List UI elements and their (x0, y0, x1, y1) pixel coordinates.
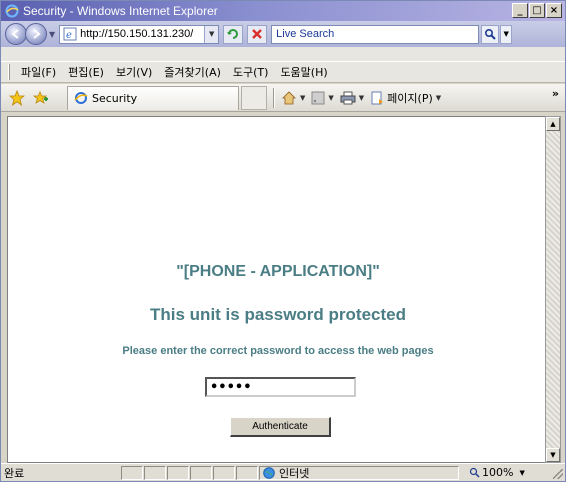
status-panel (190, 465, 212, 480)
toolbar-grip[interactable] (8, 64, 10, 80)
page-dropdown-icon[interactable]: ▼ (436, 94, 441, 102)
zone-label: 인터넷 (279, 466, 310, 480)
title-bar: Security - Windows Internet Explorer _ □… (1, 1, 565, 21)
back-arrow-icon (11, 29, 19, 39)
address-dropdown-icon[interactable]: ▼ (204, 25, 219, 43)
page-icon (371, 91, 384, 104)
window-title: Security - Windows Internet Explorer (23, 4, 218, 18)
scroll-up-button[interactable]: ▲ (546, 117, 560, 131)
rss-feed-icon (311, 91, 325, 104)
forward-arrow-icon (33, 29, 41, 39)
resize-grip[interactable] (553, 469, 563, 479)
favorites-center-star-icon[interactable] (9, 89, 25, 106)
close-button[interactable]: × (546, 3, 562, 18)
add-favorites-icon[interactable] (33, 90, 49, 106)
search-button[interactable] (481, 24, 500, 44)
feeds-button[interactable]: ▼ (311, 91, 334, 105)
menu-tools[interactable]: 도구(T) (228, 64, 274, 80)
more-commands-chevron[interactable]: » (552, 87, 559, 100)
maximize-button[interactable]: □ (529, 3, 545, 18)
status-panel (236, 465, 258, 480)
refresh-icon (227, 29, 239, 39)
ie-tab-icon (74, 92, 88, 104)
status-text: 완료 (4, 466, 25, 480)
url-text: http://150.150.131.230/ (80, 28, 194, 40)
page-menu-label: 페이지(P) (387, 91, 433, 105)
command-separator (273, 87, 275, 108)
home-button[interactable]: ▼ (281, 90, 305, 106)
zoom-control[interactable]: 100% ▼ (469, 466, 525, 479)
page-content: "[PHONE - APPLICATION]" This unit is pas… (7, 116, 547, 463)
tab-title: Security (92, 91, 138, 105)
page-menu-button[interactable]: 페이지(P) ▼ (370, 90, 441, 106)
print-dropdown-icon[interactable]: ▼ (359, 94, 364, 102)
print-button[interactable]: ▼ (340, 91, 364, 105)
browser-window: Security - Windows Internet Explorer _ □… (0, 0, 566, 482)
internet-explorer-icon (5, 4, 19, 18)
search-input[interactable]: Live Search (271, 24, 480, 44)
new-tab-button[interactable] (241, 85, 267, 110)
zoom-level: 100% (482, 466, 514, 479)
password-instruction: Please enter the correct password to acc… (122, 345, 434, 357)
menu-edit[interactable]: 편집(E) (63, 64, 109, 80)
refresh-button[interactable] (223, 24, 244, 44)
command-bar: Security ▼ ▼ ▼ 페이지(P) ▼ » (1, 84, 565, 112)
password-field[interactable]: ••••• (205, 377, 356, 397)
device-heading: "[PHONE - APPLICATION]" (176, 263, 380, 280)
stop-icon (252, 29, 263, 39)
protected-heading: This unit is password protected (150, 305, 406, 324)
back-button[interactable] (5, 23, 27, 45)
printer-icon (340, 91, 356, 104)
stop-button[interactable] (247, 24, 268, 44)
security-zone[interactable]: 인터넷 (259, 465, 459, 480)
status-panel (213, 465, 235, 480)
svg-text:e: e (66, 30, 72, 41)
recent-pages-dropdown-icon[interactable]: ▼ (49, 30, 55, 39)
menu-view[interactable]: 보기(V) (111, 64, 157, 80)
globe-icon (263, 466, 275, 479)
menu-bar: 파일(F) 편집(E) 보기(V) 즐겨찾기(A) 도구(T) 도움말(H) (1, 61, 565, 83)
search-options-dropdown[interactable]: ▼ (500, 24, 513, 44)
ie-page-icon: e (63, 27, 77, 41)
status-panel (121, 465, 143, 480)
status-panel (167, 465, 189, 480)
vertical-scrollbar[interactable]: ▲ ▼ (545, 116, 561, 463)
status-panel (144, 465, 166, 480)
scroll-down-button[interactable]: ▼ (546, 448, 560, 462)
menu-help[interactable]: 도움말(H) (275, 64, 332, 80)
home-icon (282, 90, 296, 104)
menu-file[interactable]: 파일(F) (16, 64, 61, 80)
zoom-dropdown-icon[interactable]: ▼ (519, 469, 524, 477)
magnifier-icon (485, 28, 496, 40)
zoom-magnifier-icon (469, 467, 480, 478)
tab-security[interactable]: Security (67, 85, 239, 110)
forward-button[interactable] (25, 23, 47, 45)
authenticate-button[interactable]: Authenticate (230, 417, 331, 437)
menu-favorites[interactable]: 즐겨찾기(A) (159, 64, 226, 80)
feeds-dropdown-icon[interactable]: ▼ (328, 94, 333, 102)
window-controls: _ □ × (512, 3, 562, 18)
status-bar: 완료 인터넷 100% ▼ (1, 463, 565, 481)
address-bar: ▼ e http://150.150.131.230/ ▼ Live Searc… (1, 21, 565, 47)
minimize-button[interactable]: _ (512, 3, 528, 18)
address-field[interactable]: e http://150.150.131.230/ ▼ (59, 24, 220, 44)
home-dropdown-icon[interactable]: ▼ (300, 94, 305, 102)
